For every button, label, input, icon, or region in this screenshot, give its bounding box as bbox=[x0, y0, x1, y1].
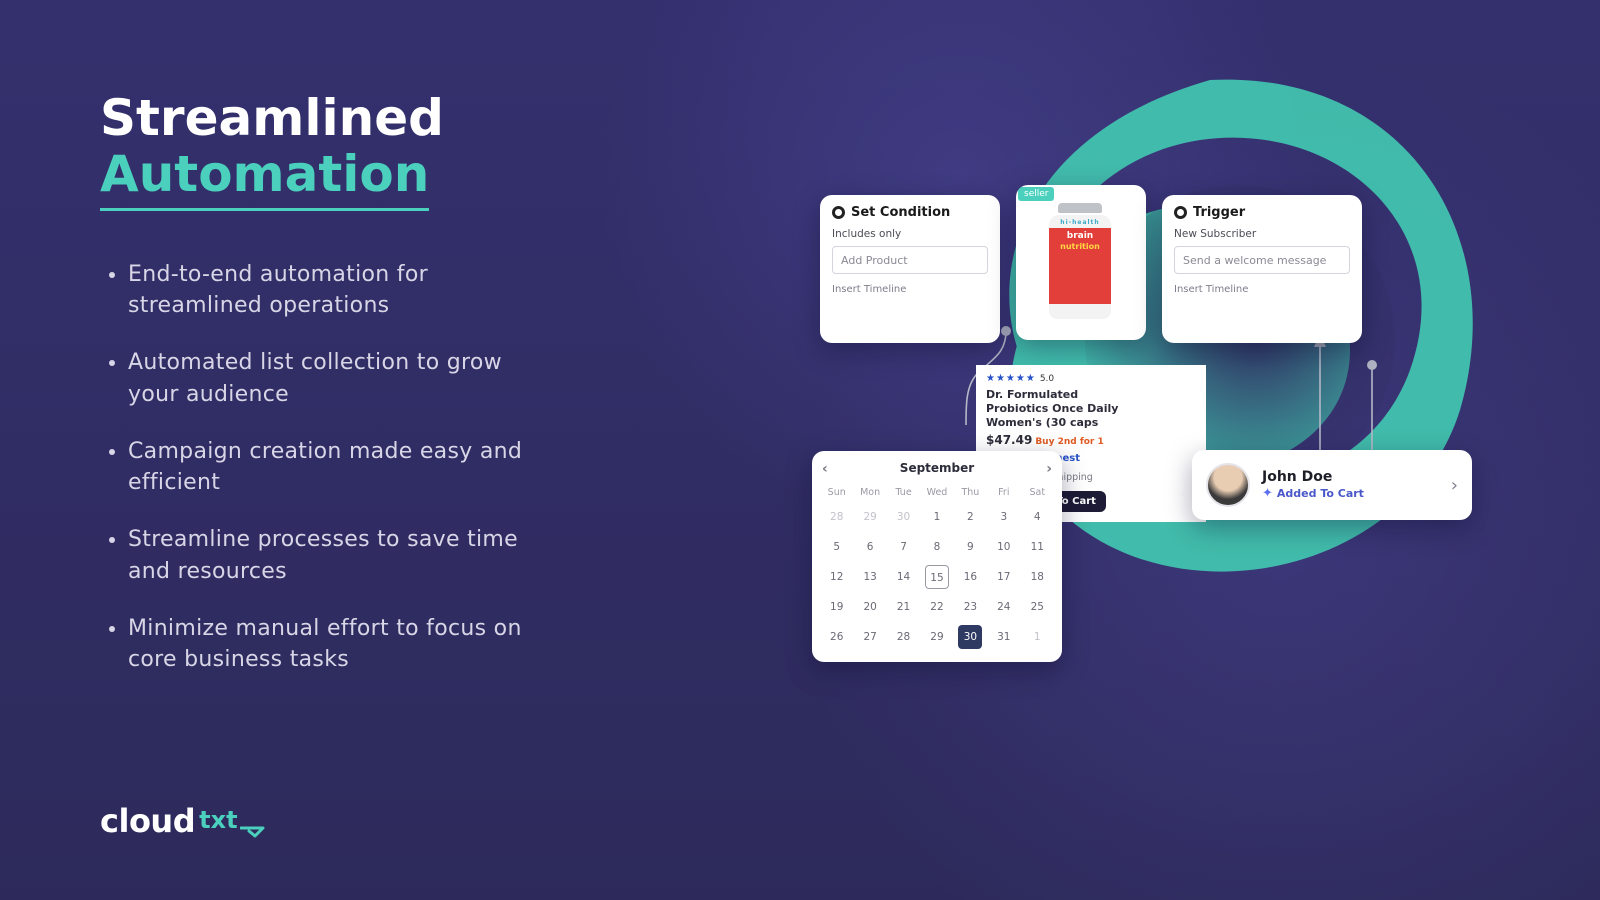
calendar-day-cell[interactable]: 1 bbox=[1021, 622, 1054, 652]
calendar-day-header: Sun bbox=[820, 483, 853, 502]
product-title: Dr. Formulated Probiotics Once Daily Wom… bbox=[986, 388, 1126, 429]
calendar-day-cell[interactable]: 12 bbox=[820, 562, 853, 592]
insert-timeline-link[interactable]: Insert Timeline bbox=[1174, 284, 1350, 295]
set-condition-card: Set Condition Includes only Add Product … bbox=[820, 195, 1000, 343]
calendar-day-cell[interactable]: 28 bbox=[887, 622, 920, 652]
avatar bbox=[1206, 463, 1250, 507]
calendar-next-button[interactable]: › bbox=[1046, 461, 1052, 477]
calendar-day-cell[interactable]: 14 bbox=[887, 562, 920, 592]
bullet-item: Minimize manual effort to focus on core … bbox=[128, 613, 558, 675]
trigger-subtitle: New Subscriber bbox=[1174, 228, 1350, 240]
calendar-day-header: Fri bbox=[987, 483, 1020, 502]
product-image-card: seller hi-health brain nutrition bbox=[1016, 185, 1146, 340]
calendar-day-cell[interactable]: 27 bbox=[853, 622, 886, 652]
bullet-item: Campaign creation made easy and efficien… bbox=[128, 436, 558, 498]
calendar-day-cell[interactable]: 30 bbox=[954, 622, 987, 652]
calendar-day-cell[interactable]: 4 bbox=[1021, 502, 1054, 532]
bullet-item: Streamline processes to save time and re… bbox=[128, 524, 558, 586]
calendar-grid: SunMonTueWedThuFriSat 282930123456789101… bbox=[820, 483, 1054, 652]
customer-name: John Doe bbox=[1262, 469, 1364, 485]
calendar-day-header: Sat bbox=[1021, 483, 1054, 502]
add-product-input[interactable]: Add Product bbox=[832, 246, 988, 274]
insert-timeline-link[interactable]: Insert Timeline bbox=[832, 284, 988, 295]
logo-cloud: cloud bbox=[100, 802, 195, 840]
calendar-day-cell[interactable]: 22 bbox=[920, 592, 953, 622]
calendar-day-cell[interactable]: 23 bbox=[954, 592, 987, 622]
calendar-day-cell[interactable]: 1 bbox=[920, 502, 953, 532]
calendar-day-cell[interactable]: 11 bbox=[1021, 532, 1054, 562]
ring-icon bbox=[1174, 206, 1187, 219]
trigger-card: Trigger New Subscriber Send a welcome me… bbox=[1162, 195, 1362, 343]
calendar-day-cell[interactable]: 26 bbox=[820, 622, 853, 652]
calendar-day-cell[interactable]: 21 bbox=[887, 592, 920, 622]
calendar-day-header: Tue bbox=[887, 483, 920, 502]
calendar-day-header: Thu bbox=[954, 483, 987, 502]
calendar-day-cell[interactable]: 24 bbox=[987, 592, 1020, 622]
calendar-day-cell[interactable]: 20 bbox=[853, 592, 886, 622]
bullet-item: Automated list collection to grow your a… bbox=[128, 347, 558, 409]
calendar-day-cell[interactable]: 19 bbox=[820, 592, 853, 622]
product-price: $47.49Buy 2nd for 1 bbox=[986, 433, 1196, 447]
calendar-day-cell[interactable]: 16 bbox=[954, 562, 987, 592]
calendar-day-cell[interactable]: 25 bbox=[1021, 592, 1054, 622]
set-condition-title: Set Condition bbox=[832, 205, 988, 220]
calendar-day-cell[interactable]: 9 bbox=[954, 532, 987, 562]
logo-underline-icon bbox=[240, 826, 268, 838]
brand-logo: cloud txt bbox=[100, 802, 270, 840]
calendar-day-header: Mon bbox=[853, 483, 886, 502]
calendar-day-cell[interactable]: 15 bbox=[920, 562, 953, 592]
heading-line1: Streamlined bbox=[100, 90, 660, 146]
calendar-day-cell[interactable]: 5 bbox=[820, 532, 853, 562]
logo-txt: txt bbox=[199, 806, 237, 834]
calendar-day-cell[interactable]: 6 bbox=[853, 532, 886, 562]
trigger-message-input[interactable]: Send a welcome message bbox=[1174, 246, 1350, 274]
calendar-day-cell[interactable]: 13 bbox=[853, 562, 886, 592]
slide-heading: Streamlined Automation bbox=[100, 90, 660, 211]
calendar-card: ‹ September › SunMonTueWedThuFriSat 2829… bbox=[812, 451, 1062, 662]
calendar-day-cell[interactable]: 31 bbox=[987, 622, 1020, 652]
calendar-day-cell[interactable]: 10 bbox=[987, 532, 1020, 562]
calendar-day-header: Wed bbox=[920, 483, 953, 502]
customer-activity-card[interactable]: John Doe ✦Added To Cart › bbox=[1192, 450, 1472, 520]
bestseller-badge: seller bbox=[1018, 187, 1054, 201]
product-bottle-icon: hi-health brain nutrition bbox=[1044, 203, 1116, 331]
bullet-item: End-to-end automation for streamlined op… bbox=[128, 259, 558, 321]
set-condition-subtitle: Includes only bbox=[832, 228, 988, 240]
calendar-day-cell[interactable]: 3 bbox=[987, 502, 1020, 532]
sparkle-icon: ✦ bbox=[1262, 486, 1273, 501]
chevron-right-icon: › bbox=[1451, 475, 1458, 496]
calendar-day-cell[interactable]: 2 bbox=[954, 502, 987, 532]
calendar-day-cell[interactable]: 29 bbox=[853, 502, 886, 532]
calendar-day-cell[interactable]: 30 bbox=[887, 502, 920, 532]
calendar-day-cell[interactable]: 29 bbox=[920, 622, 953, 652]
ring-icon bbox=[832, 206, 845, 219]
trigger-title: Trigger bbox=[1174, 205, 1350, 220]
heading-line2: Automation bbox=[100, 146, 429, 211]
calendar-day-cell[interactable]: 17 bbox=[987, 562, 1020, 592]
calendar-day-cell[interactable]: 28 bbox=[820, 502, 853, 532]
calendar-day-cell[interactable]: 8 bbox=[920, 532, 953, 562]
calendar-day-cell[interactable]: 18 bbox=[1021, 562, 1054, 592]
bullet-list: End-to-end automation for streamlined op… bbox=[128, 259, 660, 675]
customer-action: ✦Added To Cart bbox=[1262, 486, 1364, 501]
calendar-day-cell[interactable]: 7 bbox=[887, 532, 920, 562]
rating-stars: ★★★★★5.0 bbox=[986, 373, 1196, 384]
